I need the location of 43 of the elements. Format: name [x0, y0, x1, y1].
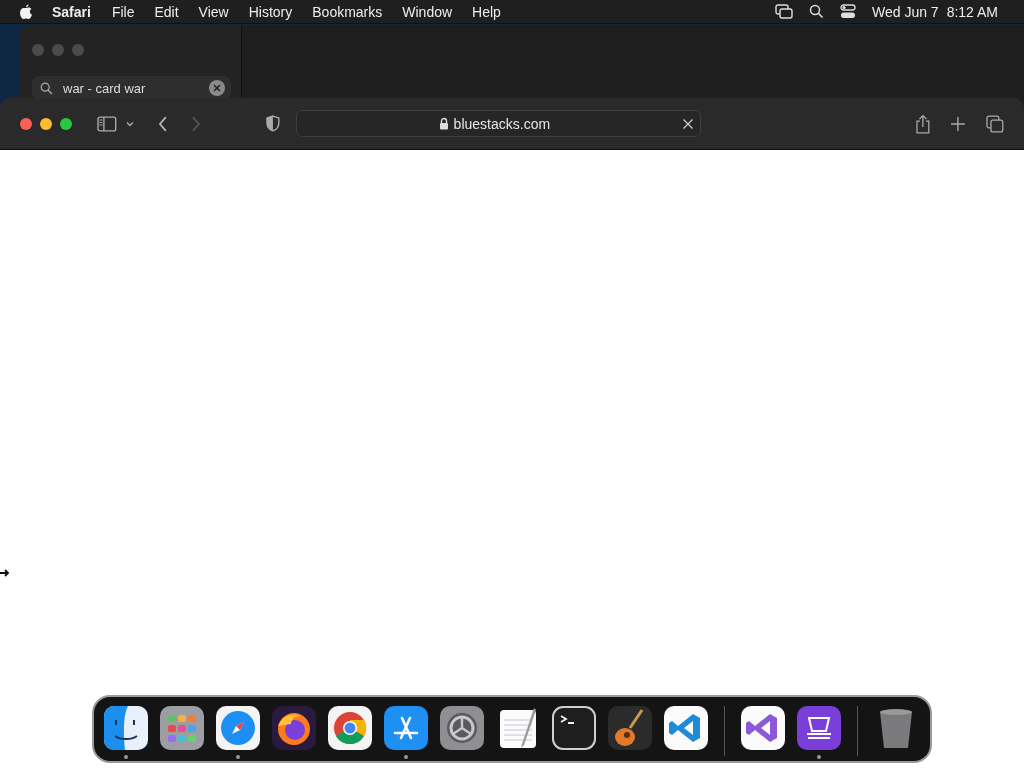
menu-item[interactable]: Edit — [154, 3, 179, 20]
plus-icon[interactable] — [950, 115, 967, 132]
chevron-down-icon[interactable] — [124, 119, 135, 128]
back-icon[interactable] — [156, 114, 169, 133]
pointer-icon — [0, 569, 10, 577]
smiling-face-icon[interactable] — [104, 706, 148, 750]
clear-icon[interactable] — [209, 80, 225, 96]
tabs-icon[interactable] — [986, 114, 1004, 133]
guitar-icon[interactable] — [608, 706, 652, 750]
app-menu[interactable]: Safari — [52, 3, 91, 20]
app-grid-icon[interactable] — [160, 706, 204, 750]
menu-item[interactable]: File — [111, 3, 135, 20]
search-field[interactable]: war - card war — [32, 76, 231, 100]
compass-icon[interactable] — [216, 706, 260, 750]
share-icon[interactable] — [914, 113, 931, 134]
gear-icon[interactable] — [440, 706, 484, 750]
toggles-icon[interactable] — [839, 4, 856, 19]
menu-item[interactable]: History — [248, 3, 293, 20]
menu-item[interactable]: Help — [472, 3, 501, 20]
menu-item[interactable]: View — [198, 3, 229, 20]
device-tray-icon[interactable] — [797, 706, 841, 750]
zoom-button[interactable] — [60, 117, 72, 130]
clock-date[interactable]: Wed Jun 7 — [871, 3, 939, 20]
fox-globe-icon[interactable] — [272, 706, 316, 750]
close-icon[interactable] — [681, 117, 694, 130]
shield-icon[interactable] — [266, 115, 281, 132]
code-editor-icon[interactable] — [664, 706, 708, 750]
address-field[interactable]: bluestacks.com — [296, 110, 701, 137]
ide-icon[interactable] — [741, 706, 785, 750]
app-store-icon[interactable] — [384, 706, 428, 750]
terminal-icon[interactable] — [552, 706, 596, 750]
close-button[interactable] — [20, 117, 32, 130]
search-icon — [40, 81, 53, 95]
minimize-button[interactable] — [40, 117, 52, 130]
apple-icon[interactable] — [19, 3, 33, 20]
windows-icon[interactable] — [774, 4, 793, 19]
menu-item[interactable]: Window — [402, 3, 453, 20]
clock-time[interactable]: 8:12 AM — [946, 3, 998, 20]
sidebar-icon[interactable] — [97, 115, 117, 132]
menu-item[interactable]: Bookmarks — [312, 3, 383, 20]
round-logo-icon[interactable] — [328, 706, 372, 750]
search-icon[interactable] — [808, 4, 824, 19]
lock-icon — [438, 117, 449, 130]
